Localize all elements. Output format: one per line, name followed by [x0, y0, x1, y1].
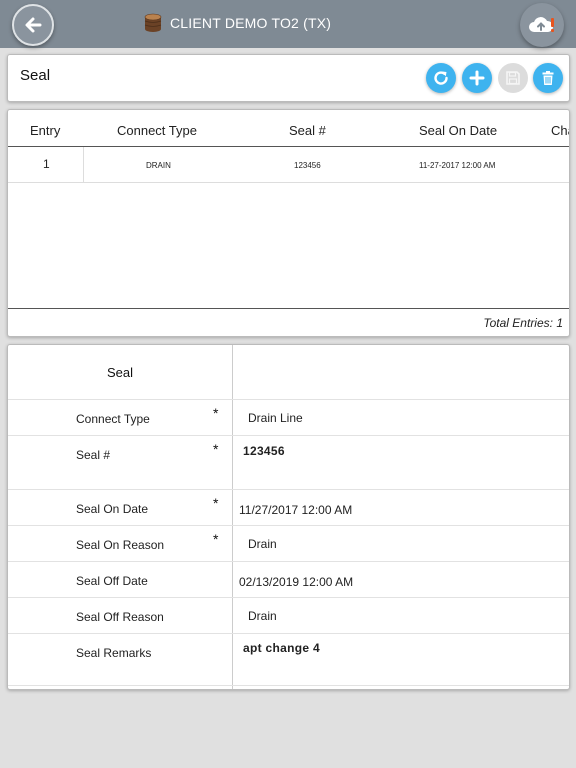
seal-on-reason-select[interactable]: Drain	[248, 537, 277, 551]
connect-type-label: Connect Type	[76, 412, 150, 426]
total-entries: Total Entries: 1	[483, 316, 563, 330]
add-icon	[469, 70, 485, 86]
add-button[interactable]	[462, 63, 492, 93]
seal-off-reason-label: Seal Off Reason	[76, 610, 164, 624]
row-divider	[8, 489, 569, 490]
form-title: Seal	[106, 365, 134, 380]
top-bar: CLIENT DEMO TO2 (TX)	[0, 0, 576, 48]
delete-button[interactable]	[533, 63, 563, 93]
required-marker: *	[213, 441, 219, 457]
table-header: Entry Connect Type Seal # Seal On Date C…	[8, 110, 569, 147]
cell-seal-on-date: 11-27-2017 12:00 AM	[419, 161, 496, 170]
seal-header-card: Seal	[7, 54, 570, 102]
seal-on-date-input[interactable]: 11/27/2017 12:00 AM	[239, 503, 352, 517]
back-button[interactable]	[12, 4, 54, 46]
row-divider	[8, 435, 569, 436]
seal-off-reason-select[interactable]: Drain	[248, 609, 277, 623]
refresh-icon	[434, 71, 448, 85]
row-divider	[8, 525, 569, 526]
seal-off-date-label: Seal Off Date	[76, 574, 148, 588]
save-button[interactable]	[498, 63, 528, 93]
seal-number-input[interactable]: 123456	[243, 444, 285, 458]
seal-detail-form: Seal Connect Type * Drain Line Seal # * …	[7, 344, 570, 690]
save-icon	[506, 71, 520, 85]
back-arrow-icon	[25, 17, 42, 33]
page-title: Seal	[20, 67, 51, 84]
seal-remarks-label: Seal Remarks	[76, 646, 152, 660]
connect-type-select[interactable]: Drain Line	[248, 411, 303, 425]
required-marker: *	[213, 405, 219, 421]
seal-on-reason-label: Seal On Reason	[76, 538, 165, 552]
cloud-upload-icon	[529, 17, 554, 32]
seal-number-label: Seal #	[76, 448, 111, 462]
column-header-connect-type[interactable]: Connect Type	[117, 123, 197, 138]
required-marker: *	[213, 531, 219, 547]
column-header-seal-number[interactable]: Seal #	[289, 123, 326, 138]
refresh-button[interactable]	[426, 63, 456, 93]
database-icon	[144, 13, 162, 32]
row-divider	[83, 147, 84, 182]
row-divider	[8, 633, 569, 634]
seal-remarks-input[interactable]: apt change 4	[243, 641, 320, 655]
trash-icon	[542, 71, 554, 85]
cell-connect-type: DRAIN	[146, 161, 171, 170]
row-divider	[8, 399, 569, 400]
seal-on-date-label: Seal On Date	[76, 502, 149, 516]
row-divider	[8, 561, 569, 562]
column-header-entry[interactable]: Entry	[30, 123, 60, 138]
seal-list-card: Entry Connect Type Seal # Seal On Date C…	[7, 109, 570, 337]
seal-off-date-input[interactable]: 02/13/2019 12:00 AM	[239, 575, 353, 589]
title-group: CLIENT DEMO TO2 (TX)	[144, 13, 331, 33]
row-divider	[8, 685, 569, 686]
row-divider	[8, 597, 569, 598]
form-column-divider	[232, 345, 233, 689]
required-marker: *	[213, 495, 219, 511]
table-footer-divider	[8, 308, 569, 309]
column-header-seal-on-date[interactable]: Seal On Date	[419, 123, 497, 138]
app-title: CLIENT DEMO TO2 (TX)	[170, 15, 332, 31]
cell-seal-number: 123456	[294, 161, 321, 170]
cloud-upload-button[interactable]	[520, 3, 564, 47]
table-row[interactable]: 1 DRAIN 123456 11-27-2017 12:00 AM	[8, 147, 569, 183]
column-header-truncated[interactable]: Cha	[551, 123, 569, 138]
cell-entry: 1	[43, 157, 50, 171]
